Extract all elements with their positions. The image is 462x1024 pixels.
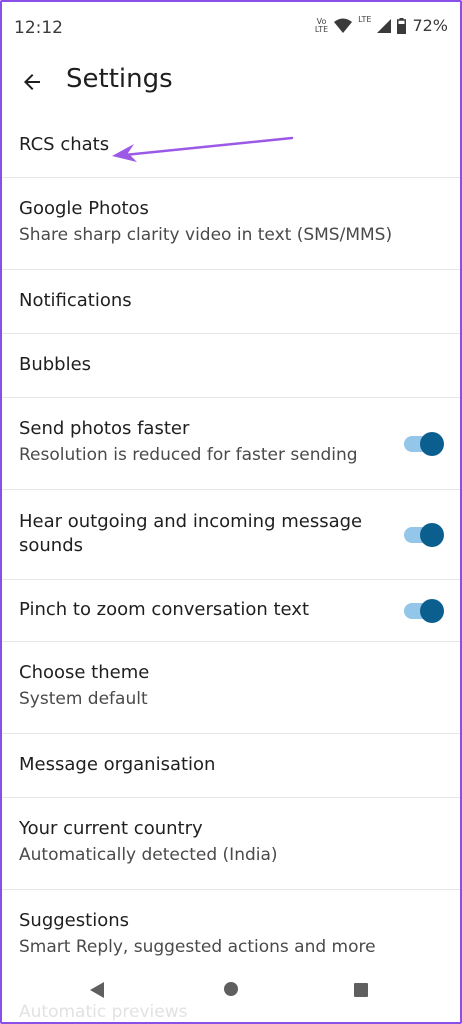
setting-automatic-previews[interactable]: Automatic previews <box>19 1002 187 1022</box>
setting-title: Choose theme <box>19 662 150 683</box>
setting-subtitle: Share sharp clarity video in text (SMS/M… <box>19 225 393 245</box>
navigation-bar: Automatic previews <box>0 964 462 1024</box>
back-arrow-icon[interactable] <box>20 70 44 94</box>
volte-indicator: Vo LTE <box>314 17 329 34</box>
nav-back-icon[interactable] <box>88 980 106 1000</box>
settings-list: RCS chats Google Photos Share sharp clar… <box>2 112 460 982</box>
setting-send-photos-faster[interactable]: Send photos faster Resolution is reduced… <box>2 398 460 490</box>
setting-title: Send photos faster <box>19 418 190 439</box>
volte-label-bottom: LTE <box>314 24 329 34</box>
setting-subtitle: Automatically detected (India) <box>19 845 278 865</box>
setting-title: Notifications <box>19 290 132 311</box>
setting-message-organisation[interactable]: Message organisation <box>2 734 460 798</box>
toggle-knob <box>420 522 444 547</box>
status-icons: Vo LTE LTE 72% <box>314 15 448 36</box>
toggle-knob <box>420 598 444 623</box>
setting-subtitle: System default <box>19 689 148 709</box>
toggle-knob <box>420 431 444 456</box>
setting-notifications[interactable]: Notifications <box>2 270 460 334</box>
setting-message-sounds[interactable]: Hear outgoing and incoming message sound… <box>2 490 460 580</box>
annotation-arrow <box>112 136 294 162</box>
message-sounds-toggle[interactable] <box>404 522 444 547</box>
setting-title: Google Photos <box>19 198 149 219</box>
setting-subtitle: Resolution is reduced for faster sending <box>19 445 358 465</box>
setting-title: Pinch to zoom conversation text <box>19 599 309 620</box>
setting-pinch-to-zoom[interactable]: Pinch to zoom conversation text <box>2 580 460 642</box>
page-title: Settings <box>66 64 173 94</box>
setting-title: Message organisation <box>19 754 216 775</box>
wifi-icon <box>334 18 353 33</box>
lte-indicator: LTE <box>358 15 372 24</box>
status-time: 12:12 <box>14 18 63 38</box>
setting-choose-theme[interactable]: Choose theme System default <box>2 642 460 734</box>
send-photos-faster-toggle[interactable] <box>404 431 444 456</box>
setting-bubbles[interactable]: Bubbles <box>2 334 460 398</box>
pinch-to-zoom-toggle[interactable] <box>404 598 444 623</box>
setting-current-country[interactable]: Your current country Automatically detec… <box>2 798 460 890</box>
setting-subtitle: Smart Reply, suggested actions and more <box>19 937 376 957</box>
signal-icon <box>377 18 392 33</box>
setting-title: Suggestions <box>19 910 129 931</box>
battery-icon <box>397 17 407 34</box>
battery-percent: 72% <box>412 16 448 35</box>
setting-title: Hear outgoing and incoming message sound… <box>19 511 363 556</box>
nav-recents-icon[interactable] <box>353 982 369 998</box>
setting-google-photos[interactable]: Google Photos Share sharp clarity video … <box>2 178 460 270</box>
setting-title: Bubbles <box>19 354 92 375</box>
setting-title: Your current country <box>19 818 203 839</box>
nav-home-icon[interactable] <box>223 981 239 997</box>
status-bar: 12:12 Vo LTE LTE 72% <box>0 0 462 56</box>
app-bar: Settings <box>0 56 462 112</box>
